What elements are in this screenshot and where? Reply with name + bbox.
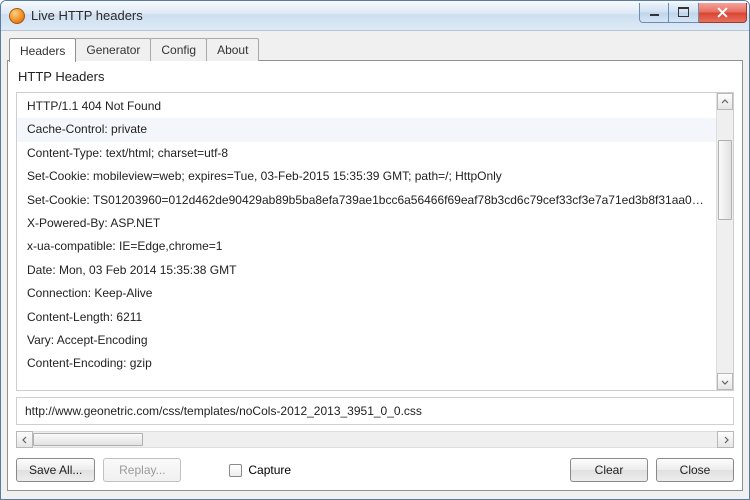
tab-headers[interactable]: Headers [9, 38, 76, 62]
capture-label[interactable]: Capture [248, 463, 291, 477]
close-window-button[interactable] [699, 3, 747, 23]
app-icon [9, 8, 25, 24]
request-url[interactable]: http://www.geonetric.com/css/templates/n… [16, 397, 734, 425]
window-controls [639, 3, 747, 23]
scroll-down-button[interactable] [717, 373, 733, 390]
header-line[interactable]: x-ua-compatible: IE=Edge,chrome=1 [17, 235, 716, 258]
maximize-button[interactable] [669, 3, 699, 23]
client-area: Headers Generator Config About HTTP Head… [1, 31, 749, 499]
header-line[interactable]: Connection: Keep-Alive [17, 282, 716, 305]
titlebar[interactable]: Live HTTP headers [1, 1, 749, 31]
header-line[interactable]: HTTP/1.1 404 Not Found [17, 95, 716, 118]
tab-about[interactable]: About [206, 38, 259, 61]
header-line[interactable]: Date: Mon, 03 Feb 2014 15:35:38 GMT [17, 259, 716, 282]
close-button[interactable]: Close [656, 458, 734, 482]
button-row: Save All... Replay... Capture Clear Clos… [16, 454, 734, 482]
clear-button[interactable]: Clear [570, 458, 648, 482]
headers-list-box: HTTP/1.1 404 Not FoundCache-Control: pri… [16, 92, 734, 391]
header-line[interactable]: X-Powered-By: ASP.NET [17, 212, 716, 235]
header-line[interactable]: Cache-Control: private [17, 118, 716, 141]
header-line[interactable]: Vary: Accept-Encoding [17, 329, 716, 352]
vertical-scrollbar-thumb[interactable] [718, 140, 732, 220]
replay-button[interactable]: Replay... [103, 458, 181, 482]
horizontal-scrollbar-thumb[interactable] [33, 433, 143, 446]
header-line[interactable]: Set-Cookie: mobileview=web; expires=Tue,… [17, 165, 716, 188]
tabstrip: Headers Generator Config About [7, 37, 743, 61]
app-window: Live HTTP headers Headers Generator Conf… [0, 0, 750, 500]
scroll-up-button[interactable] [717, 93, 733, 110]
window-title: Live HTTP headers [31, 8, 143, 23]
horizontal-scrollbar[interactable] [16, 431, 734, 448]
horizontal-scrollbar-track[interactable] [33, 431, 717, 448]
chevron-right-icon [722, 436, 730, 444]
tab-config[interactable]: Config [150, 38, 207, 61]
scroll-left-button[interactable] [16, 431, 33, 448]
header-line[interactable]: Content-Type: text/html; charset=utf-8 [17, 142, 716, 165]
header-line[interactable]: Set-Cookie: TS01203960=012d462de90429ab8… [17, 189, 716, 212]
minimize-button[interactable] [639, 3, 669, 23]
panel-title: HTTP Headers [16, 69, 734, 86]
vertical-scrollbar-track[interactable] [717, 110, 733, 373]
header-line[interactable]: Content-Length: 6211 [17, 306, 716, 329]
headers-list[interactable]: HTTP/1.1 404 Not FoundCache-Control: pri… [17, 93, 716, 390]
vertical-scrollbar[interactable] [716, 93, 733, 390]
chevron-up-icon [721, 98, 729, 106]
capture-group: Capture [229, 463, 291, 477]
scroll-right-button[interactable] [717, 431, 734, 448]
close-icon [717, 7, 728, 18]
capture-checkbox[interactable] [229, 464, 242, 477]
save-all-button[interactable]: Save All... [16, 458, 95, 482]
tab-generator[interactable]: Generator [75, 38, 151, 61]
header-line[interactable]: Content-Encoding: gzip [17, 352, 716, 375]
chevron-down-icon [721, 378, 729, 386]
tab-panel-headers: HTTP Headers HTTP/1.1 404 Not FoundCache… [7, 60, 743, 491]
chevron-left-icon [21, 436, 29, 444]
